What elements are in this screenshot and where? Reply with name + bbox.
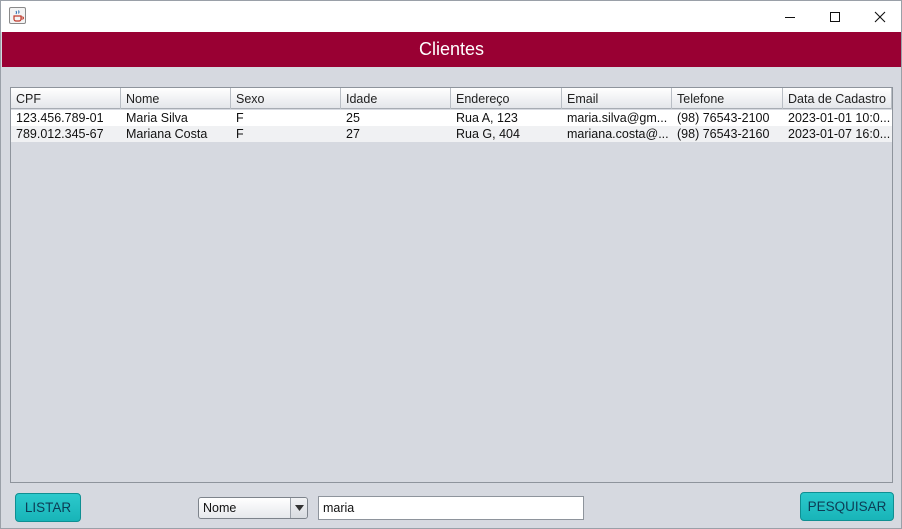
cell-telefone: (98) 76543-2160 <box>677 127 770 141</box>
table-row[interactable]: 123.456.789-01 Maria Silva F 25 Rua A, 1… <box>11 110 892 126</box>
clients-table[interactable]: CPF Nome Sexo Idade Endereço Email Telef… <box>10 87 893 483</box>
minimize-button[interactable] <box>767 1 812 32</box>
minimize-icon <box>784 16 795 18</box>
filter-select-value: Nome <box>203 501 237 515</box>
cell-endereco: Rua A, 123 <box>456 111 518 125</box>
column-header-nome[interactable]: Nome <box>121 88 231 109</box>
page-title: Clientes <box>2 32 901 67</box>
cell-nome: Maria Silva <box>126 111 188 125</box>
cell-email: mariana.costa@... <box>567 127 669 141</box>
search-input[interactable] <box>318 496 584 520</box>
column-header-sexo[interactable]: Sexo <box>231 88 341 109</box>
table-row[interactable]: 789.012.345-67 Mariana Costa F 27 Rua G,… <box>11 126 892 142</box>
cell-cpf: 789.012.345-67 <box>16 127 104 141</box>
column-header-cpf[interactable]: CPF <box>11 88 121 109</box>
main-window: Clientes CPF Nome Sexo Idade Endereço Em… <box>0 0 902 529</box>
close-button[interactable] <box>857 1 902 32</box>
filter-field-select[interactable]: Nome <box>198 497 308 519</box>
java-cup-icon <box>9 7 26 24</box>
cell-idade: 27 <box>346 127 360 141</box>
cell-telefone: (98) 76543-2100 <box>677 111 770 125</box>
title-bar <box>1 1 901 32</box>
close-icon <box>874 11 885 22</box>
cell-sexo: F <box>236 111 244 125</box>
column-header-telefone[interactable]: Telefone <box>672 88 783 109</box>
column-header-endereco[interactable]: Endereço <box>451 88 562 109</box>
maximize-button[interactable] <box>812 1 857 32</box>
cell-data-cadastro: 2023-01-01 10:0... <box>788 111 891 125</box>
cell-email: maria.silva@gm... <box>567 111 668 125</box>
column-header-email[interactable]: Email <box>562 88 672 109</box>
maximize-icon <box>829 11 840 22</box>
cell-sexo: F <box>236 127 244 141</box>
cell-nome: Mariana Costa <box>126 127 208 141</box>
column-header-idade[interactable]: Idade <box>341 88 451 109</box>
chevron-down-icon[interactable] <box>290 498 307 518</box>
table-body: 123.456.789-01 Maria Silva F 25 Rua A, 1… <box>11 110 892 142</box>
list-button[interactable]: LISTAR <box>15 493 81 522</box>
cell-idade: 25 <box>346 111 360 125</box>
table-header: CPF Nome Sexo Idade Endereço Email Telef… <box>11 88 892 109</box>
cell-endereco: Rua G, 404 <box>456 127 520 141</box>
cell-data-cadastro: 2023-01-07 16:0... <box>788 127 891 141</box>
cell-cpf: 123.456.789-01 <box>16 111 104 125</box>
column-header-data-cadastro[interactable]: Data de Cadastro <box>783 88 892 109</box>
search-button[interactable]: PESQUISAR <box>800 492 894 521</box>
